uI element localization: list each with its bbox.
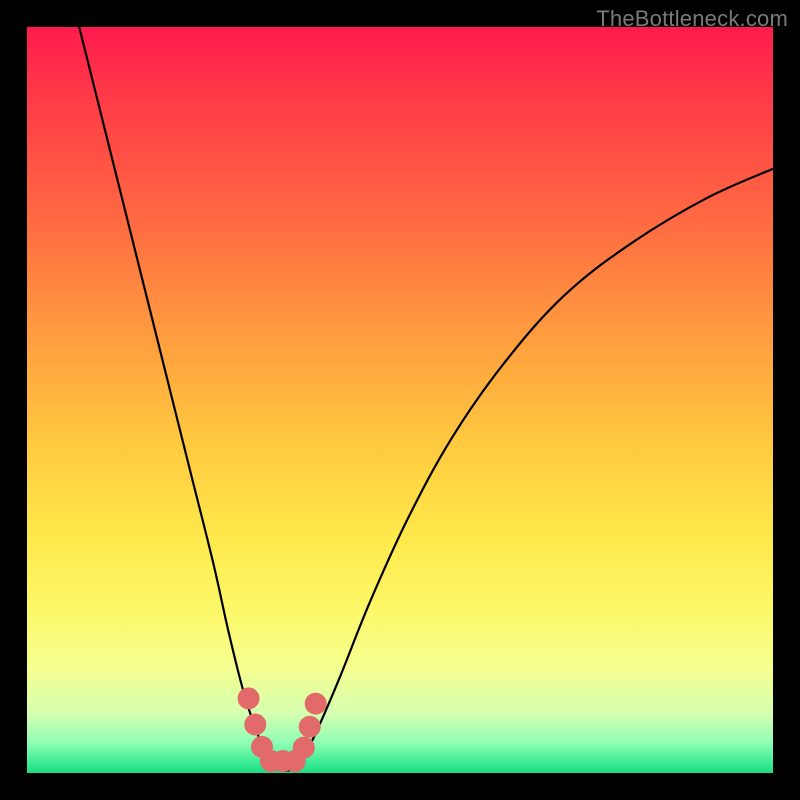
curve-marker [238,687,260,709]
chart-frame: TheBottleneck.com [0,0,800,800]
curve-layer [27,27,773,773]
curve-markers [238,687,327,772]
bottleneck-curve [79,27,773,771]
watermark-text: TheBottleneck.com [596,6,788,32]
curve-marker [293,737,315,759]
plot-area [27,27,773,773]
curve-marker [305,693,327,715]
curve-marker [299,716,321,738]
curve-marker [244,714,266,736]
